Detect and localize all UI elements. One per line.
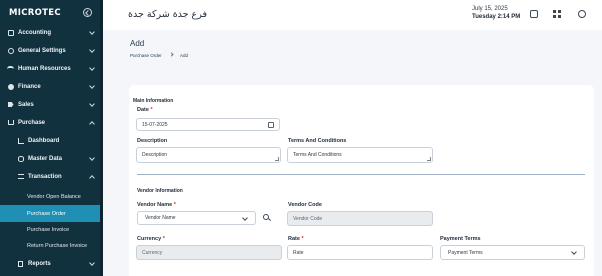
description-label: Description [137,138,168,144]
current-day-time: Tuesday 2:14 PM [472,14,521,20]
current-date: July 15, 2025 [472,6,508,12]
book-icon [7,29,14,36]
date-field[interactable]: 15-07-2025 [136,118,280,131]
sidebar-item-accounting[interactable]: Accounting [0,24,103,41]
sidebar-item-master-data[interactable]: Master Data [0,150,103,167]
sidebar-item-label: Sales [18,101,34,108]
sidebar-item-dashboard[interactable]: Dashboard [0,132,103,149]
sidebar-item-label: Purchase Invoice [27,226,70,233]
terms-label: Terms And Conditions [288,138,347,144]
vendor-code-label: Vendor Code [288,202,322,208]
sidebar-item-purchase-invoice[interactable]: Purchase Invoice [0,221,103,238]
section-divider [137,174,585,175]
chevron-down-icon [89,259,95,266]
rate-placeholder: Rate [293,249,304,256]
sidebar-item-transaction[interactable]: Transaction [0,168,103,185]
date-label: Date * [137,107,153,113]
vendor-name-select[interactable]: Vendor Name [137,211,256,225]
sidebar-item-label: Accounting [18,29,51,36]
resize-handle-icon[interactable] [275,157,279,161]
sidebar-item-label: Purchase [18,119,46,126]
sidebar-item-purchase-order[interactable]: Purchase Order [0,205,103,222]
chevron-down-icon [89,100,95,107]
description-placeholder: Description [142,152,168,158]
sidebar: MICROTEC Accounting General Settings Hum… [0,0,103,276]
sidebar-item-label: Finance [18,83,41,90]
collapse-sidebar-icon[interactable] [83,8,92,17]
payment-terms-label: Payment Terms [440,236,481,242]
sidebar-item-human-resources[interactable]: Human Resources [0,60,103,77]
search-icon[interactable] [263,214,269,220]
gear-icon [7,47,14,54]
date-value: 15-07-2025 [142,121,168,128]
resize-handle-icon[interactable] [427,157,431,161]
sidebar-item-label: General Settings [18,47,66,54]
description-field[interactable]: Description [136,147,281,163]
chevron-down-icon [571,249,577,255]
currency-label: Currency * [137,236,165,242]
sidebar-item-reports[interactable]: Reports [0,255,103,272]
sidebar-item-label: Dashboard [28,137,60,144]
payment-terms-placeholder: Payment Terms [448,249,483,256]
sidebar-item-label: Reports [28,260,51,267]
rate-label: Rate * [288,236,304,242]
sidebar-item-purchase[interactable]: Purchase [0,114,103,131]
sidebar-item-label: Transaction [28,173,62,180]
coin-icon [7,83,14,90]
vendor-name-label: Vendor Name * [137,202,176,208]
terms-field[interactable]: Terms And Conditions [287,147,433,163]
sidebar-scrollbar[interactable] [100,0,103,276]
chevron-down-icon [89,82,95,89]
people-icon [7,65,14,72]
breadcrumb-add: Add [180,53,189,58]
chevron-up-icon [89,174,95,181]
sidebar-item-label: Purchase Order [27,210,66,217]
sidebar-item-finance[interactable]: Finance [0,78,103,95]
sidebar-item-general-settings[interactable]: General Settings [0,42,103,59]
frame-icon[interactable] [530,10,538,18]
chevron-down-icon [89,28,95,35]
cart-icon [7,119,14,126]
chevron-right-icon [169,52,174,57]
page-title: Add [130,39,145,48]
user-icon[interactable] [578,10,586,18]
payment-terms-select[interactable]: Payment Terms [440,245,585,260]
chart-icon [17,137,24,144]
vendor-code-field: Vendor Code [287,211,433,226]
sidebar-item-label: Master Data [28,155,63,162]
database-icon [17,155,24,162]
breadcrumb-purchase-order[interactable]: Purchase Order [130,53,162,58]
sidebar-item-return-purchase-invoice[interactable]: Return Purchase Invoice [0,237,103,254]
sidebar-item-label: Return Purchase Invoice [27,242,88,249]
currency-placeholder: Currency [142,249,163,256]
rate-field[interactable]: Rate [287,245,433,260]
main-information-title: Main Information [133,98,174,104]
vendor-name-placeholder: Vendor Name [145,215,176,221]
swap-icon [17,173,24,180]
calendar-icon[interactable] [268,122,274,128]
sidebar-item-label: Human Resources [18,65,71,72]
report-icon [17,260,24,267]
chevron-up-icon [89,120,95,127]
chevron-down-icon [242,215,248,221]
chevron-down-icon [89,46,95,53]
vendor-code-placeholder: Vendor Code [293,215,323,222]
sidebar-item-label: Vendor Open Balance [27,193,81,200]
vendor-information-title: Vendor Information [137,188,183,194]
sidebar-item-sales[interactable]: Sales [0,96,103,113]
currency-field: Currency [136,245,282,260]
company-name: فرع جدة شركة جدة [128,9,208,20]
grid-icon[interactable] [553,10,561,18]
chevron-down-icon [89,64,95,71]
chevron-down-icon [89,154,95,161]
top-bar: فرع جدة شركة جدة July 15, 2025 Tuesday 2… [103,0,602,30]
tag-icon [7,101,14,108]
terms-placeholder: Terms And Conditions [293,152,342,158]
sidebar-item-vendor-open-balance[interactable]: Vendor Open Balance [0,188,103,205]
